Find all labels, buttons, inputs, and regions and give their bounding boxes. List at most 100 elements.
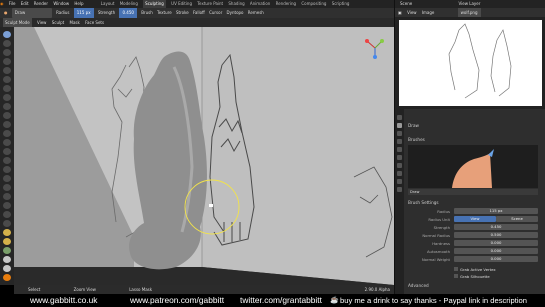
hardness-field[interactable]: 0.000 [454, 240, 538, 246]
radius-unit-row: Radius Unit View Scene [408, 216, 542, 223]
texture-menu[interactable]: Texture [157, 8, 172, 18]
clay-thumb-tool-icon[interactable] [3, 67, 11, 74]
tab-shading[interactable]: Shading [228, 0, 244, 8]
elastic-deform-tool-icon[interactable] [3, 175, 11, 182]
tab-sculpting[interactable]: Sculpting [143, 0, 166, 8]
simplify-tool-icon[interactable] [3, 238, 11, 245]
pose-tool-icon[interactable] [3, 202, 11, 209]
menu-face-sets[interactable]: Face Sets [85, 18, 104, 27]
brush-icon[interactable]: ● [4, 8, 8, 18]
falloff-menu[interactable]: Falloff [193, 8, 205, 18]
smooth-tool-icon[interactable] [3, 112, 11, 119]
cursor-menu[interactable]: Cursor [209, 8, 222, 18]
menu-edit[interactable]: Edit [21, 0, 29, 8]
image-editor[interactable] [395, 17, 545, 109]
crease-tool-icon[interactable] [3, 103, 11, 110]
scene-tab-icon[interactable] [397, 155, 402, 160]
remesh-menu[interactable]: Remesh [248, 8, 264, 18]
scrape-tool-icon[interactable] [3, 139, 11, 146]
image-editor-type-icon[interactable]: ▣ [398, 8, 402, 17]
box-mask-tool-icon[interactable] [3, 256, 11, 263]
nudge-tool-icon[interactable] [3, 211, 11, 218]
radius-unit-view[interactable]: View [454, 216, 496, 222]
world-tab-icon[interactable] [397, 163, 402, 168]
tab-compositing[interactable]: Compositing [301, 0, 326, 8]
tab-modeling[interactable]: Modeling [120, 0, 138, 8]
twitter-link[interactable]: twitter.com/grantabbitt [240, 294, 322, 307]
tab-animation[interactable]: Animation [250, 0, 270, 8]
grab-active-vertex-row[interactable]: Grab Active Vertex [454, 266, 542, 273]
3d-viewport[interactable] [14, 27, 394, 285]
image-menu-view[interactable]: View [407, 8, 417, 17]
draw-tool-icon[interactable] [3, 31, 11, 38]
grab-silhouette-row[interactable]: Grab Silhouette [454, 273, 542, 280]
draw-sharp-tool-icon[interactable] [3, 40, 11, 47]
checkbox-icon[interactable] [454, 274, 458, 278]
image-name-field[interactable]: wolf.png [457, 8, 481, 17]
normal-weight-field[interactable]: 0.000 [454, 256, 538, 262]
view-layer-selector[interactable]: View Layer [458, 0, 480, 8]
radius-field[interactable]: 115 px [73, 8, 94, 18]
inflate-tool-icon[interactable] [3, 85, 11, 92]
strength-row-field[interactable]: 0.450 [454, 224, 538, 230]
menu-mask[interactable]: Mask [70, 18, 80, 27]
tab-scripting[interactable]: Scripting [332, 0, 350, 8]
radius-row-field[interactable]: 115 px [454, 208, 538, 214]
menu-help[interactable]: Help [74, 0, 83, 8]
tab-uv-editing[interactable]: UV Editing [171, 0, 192, 8]
autosmooth-field[interactable]: 0.000 [454, 248, 538, 254]
layer-tool-icon[interactable] [3, 76, 11, 83]
brush-menu[interactable]: Brush [141, 8, 153, 18]
flatten-tool-icon[interactable] [3, 121, 11, 128]
image-menu-image[interactable]: Image [422, 8, 435, 17]
rotate-tool-icon[interactable] [3, 220, 11, 227]
menu-render[interactable]: Render [34, 0, 48, 8]
website-link[interactable]: www.gabbitt.co.uk [30, 294, 98, 307]
strength-field[interactable]: 0.450 [119, 8, 137, 18]
annotate-tool-icon[interactable] [3, 274, 11, 281]
tab-rendering[interactable]: Rendering [276, 0, 296, 8]
snake-hook-tool-icon[interactable] [3, 184, 11, 191]
patreon-link[interactable]: www.patreon.com/gabbitt [130, 294, 224, 307]
multiplane-scrape-tool-icon[interactable] [3, 148, 11, 155]
output-tab-icon[interactable] [397, 139, 402, 144]
mode-selector[interactable]: Sculpt Mode [3, 18, 32, 27]
tab-texture-paint[interactable]: Texture Paint [197, 0, 223, 8]
brush-selector[interactable]: Draw [11, 8, 52, 18]
modifier-tab-icon[interactable] [397, 179, 402, 184]
menu-view[interactable]: View [37, 18, 47, 27]
active-tool-tab-icon[interactable] [397, 123, 402, 128]
mask-tool-icon[interactable] [3, 247, 11, 254]
tab-layout[interactable]: Layout [101, 0, 115, 8]
brush-name-field[interactable]: Draw [408, 189, 538, 195]
blender-logo-icon[interactable]: ◉ [0, 0, 4, 8]
render-tab-icon[interactable] [397, 131, 402, 136]
lasso-mask-tool-icon[interactable] [3, 265, 11, 272]
menu-file[interactable]: File [9, 0, 16, 8]
radius-unit-scene[interactable]: Scene [496, 216, 538, 222]
tool-tab-icon[interactable] [397, 115, 402, 120]
menu-sculpt[interactable]: Sculpt [52, 18, 65, 27]
normal-radius-field[interactable]: 0.500 [454, 232, 538, 238]
checkbox-icon[interactable] [454, 267, 458, 271]
thumb-tool-icon[interactable] [3, 193, 11, 200]
clay-tool-icon[interactable] [3, 49, 11, 56]
scene-selector[interactable]: Scene [400, 0, 412, 8]
menu-window[interactable]: Window [53, 0, 69, 8]
brushes-section-header[interactable]: Brushes [408, 137, 425, 142]
stroke-menu[interactable]: Stroke [176, 8, 189, 18]
view-layer-tab-icon[interactable] [397, 147, 402, 152]
dyntopo-menu[interactable]: Dyntopo [227, 8, 244, 18]
blob-tool-icon[interactable] [3, 94, 11, 101]
pinch-tool-icon[interactable] [3, 157, 11, 164]
grab-tool-icon[interactable] [3, 166, 11, 173]
fill-tool-icon[interactable] [3, 130, 11, 137]
clay-strips-tool-icon[interactable] [3, 58, 11, 65]
slide-relax-tool-icon[interactable] [3, 229, 11, 236]
material-tab-icon[interactable] [397, 187, 402, 192]
brush-preview[interactable] [408, 145, 538, 188]
brush-settings-section-header[interactable]: Brush Settings [408, 200, 439, 205]
advanced-section-header[interactable]: Advanced [408, 283, 429, 288]
navigation-gizmo[interactable] [364, 37, 386, 59]
object-tab-icon[interactable] [397, 171, 402, 176]
